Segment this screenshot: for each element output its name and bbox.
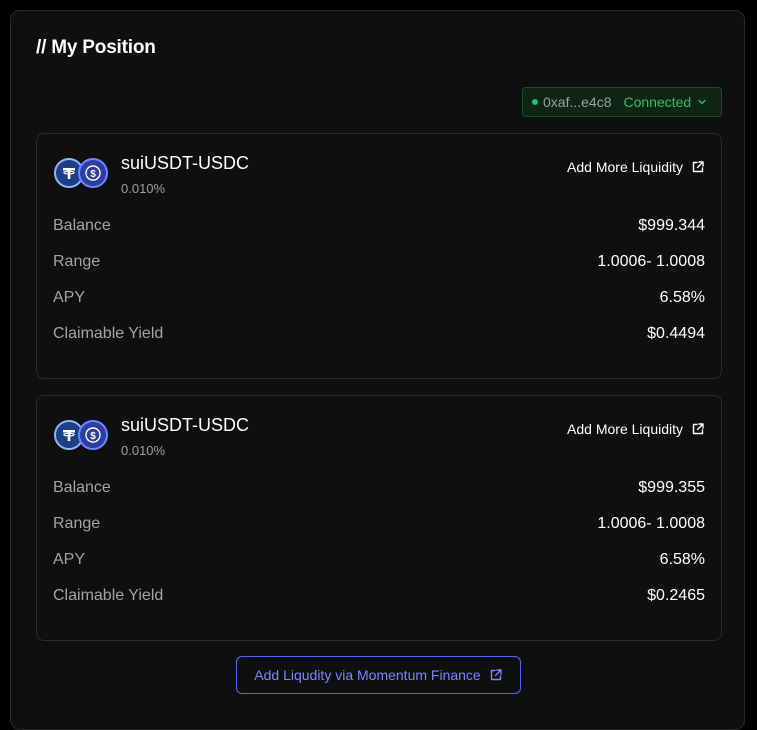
balance-label: Balance (53, 479, 111, 496)
svg-text:$: $ (90, 431, 96, 442)
apy-label: APY (53, 289, 86, 306)
claimable-yield-row: Claimable Yield $0.2465 (53, 586, 705, 606)
connection-status: Connected (623, 94, 692, 110)
apy-row: APY 6.58% (53, 288, 705, 308)
my-position-panel: // My Position 0xaf...e4c8 Connected $ s… (10, 10, 745, 730)
pair-fee-tier: 0.010% (121, 443, 166, 458)
pair-name: suiUSDT-USDC (121, 153, 250, 173)
balance-row: Balance $999.344 (53, 216, 705, 236)
range-label: Range (53, 515, 101, 532)
add-more-liquidity-link[interactable]: Add More Liquidity (567, 421, 705, 437)
connected-status-dot (532, 99, 538, 105)
chevron-down-icon (697, 97, 707, 107)
range-value: 1.0006- 1.0008 (597, 253, 705, 270)
wallet-connection-button[interactable]: 0xaf...e4c8 Connected (522, 87, 722, 117)
apy-value: 6.58% (659, 289, 705, 306)
apy-value: 6.58% (659, 551, 705, 568)
usdc-icon: $ (78, 158, 108, 188)
balance-row: Balance $999.355 (53, 478, 705, 498)
token-pair-icons: $ (54, 158, 110, 190)
claimable-yield-value: $0.2465 (647, 587, 705, 604)
pair-fee-tier: 0.010% (121, 181, 166, 196)
claimable-yield-row: Claimable Yield $0.4494 (53, 324, 705, 344)
range-value: 1.0006- 1.0008 (597, 515, 705, 532)
external-link-icon (691, 422, 705, 436)
add-liquidity-momentum-button[interactable]: Add Liqudity via Momentum Finance (236, 656, 521, 694)
position-card: $ suiUSDT-USDC 0.010% Add More Liquidity… (36, 133, 722, 379)
balance-value: $999.344 (638, 217, 705, 234)
claimable-yield-value: $0.4494 (647, 325, 705, 342)
momentum-button-label: Add Liqudity via Momentum Finance (254, 667, 481, 683)
wallet-address: 0xaf...e4c8 (543, 94, 612, 110)
page-title: // My Position (36, 37, 156, 58)
position-card: $ suiUSDT-USDC 0.010% Add More Liquidity… (36, 395, 722, 641)
external-link-icon (691, 160, 705, 174)
svg-text:$: $ (90, 169, 96, 180)
claimable-yield-label: Claimable Yield (53, 325, 164, 342)
add-more-liquidity-label: Add More Liquidity (567, 159, 683, 175)
pair-name: suiUSDT-USDC (121, 415, 250, 435)
token-pair-icons: $ (54, 420, 110, 452)
range-row: Range 1.0006- 1.0008 (53, 252, 705, 272)
balance-value: $999.355 (638, 479, 705, 496)
add-more-liquidity-link[interactable]: Add More Liquidity (567, 159, 705, 175)
usdc-icon: $ (78, 420, 108, 450)
balance-label: Balance (53, 217, 111, 234)
range-label: Range (53, 253, 101, 270)
add-more-liquidity-label: Add More Liquidity (567, 421, 683, 437)
external-link-icon (489, 668, 503, 682)
apy-row: APY 6.58% (53, 550, 705, 570)
range-row: Range 1.0006- 1.0008 (53, 514, 705, 534)
claimable-yield-label: Claimable Yield (53, 587, 164, 604)
apy-label: APY (53, 551, 86, 568)
